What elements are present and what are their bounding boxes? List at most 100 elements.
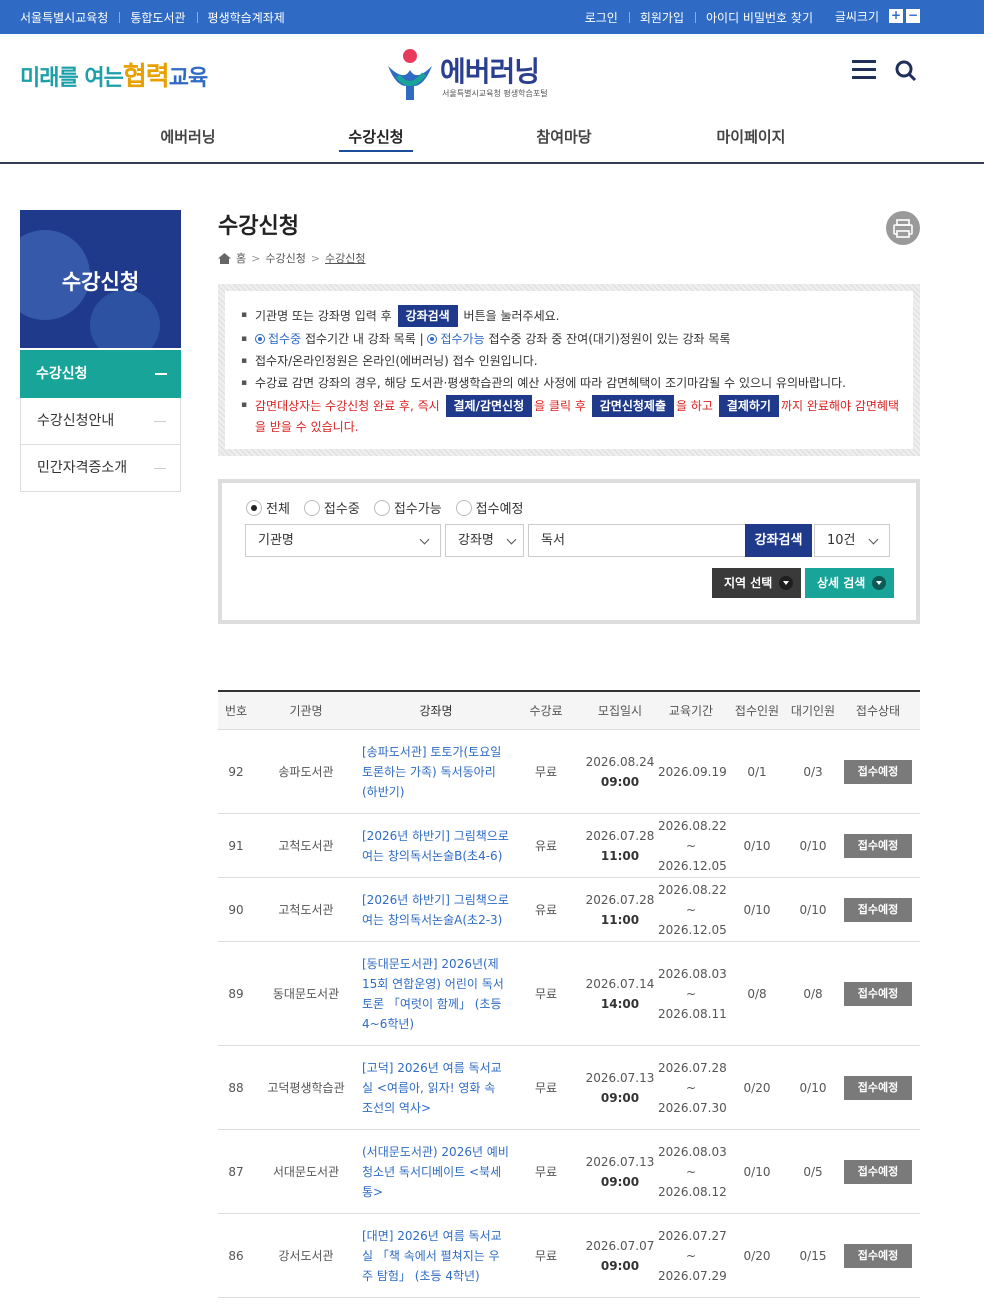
nav-everlearning[interactable]: 에버러닝 [150, 112, 226, 162]
radio-receiving[interactable]: 접수중 [303, 498, 360, 517]
signup-link[interactable]: 회원가입 [628, 9, 695, 26]
cell-waiting: 0/10 [799, 902, 827, 917]
radio-label: 전체 [266, 502, 290, 517]
sidebar-title: 수강신청 [61, 270, 140, 294]
org-select[interactable]: 기관명 [245, 524, 441, 557]
logo-subtitle: 서울특별시교육청 평생학습포털 [442, 89, 548, 98]
col-header: 수강료 [529, 704, 563, 718]
font-decrease-button[interactable]: − [906, 9, 920, 23]
count-select[interactable]: 10건 [814, 524, 890, 557]
table-row: 87 서대문도서관 (서대문도서관) 2026년 예비 청소년 독서디베이트 <북세… [218, 1130, 920, 1214]
radio-indicator-icon [427, 334, 438, 344]
detail-search-button[interactable]: 상세 검색 [805, 568, 894, 598]
status-badge[interactable]: 접수예정 [844, 897, 912, 922]
cell-waiting: 0/5 [803, 1164, 823, 1179]
notice-line: 접수자/온라인정원은 온라인(에버러닝) 접수 인원입니다. [241, 351, 901, 371]
status-filter-radios: 전체 접수중 접수가능 접수예정 [246, 498, 538, 517]
nav-mypage[interactable]: 마이페이지 [706, 112, 796, 162]
status-badge[interactable]: 접수예정 [844, 759, 912, 784]
breadcrumb-course-registration[interactable]: 수강신청 [265, 250, 305, 266]
radio-all[interactable]: 전체 [246, 498, 290, 517]
cell-recruit-date: 2026.08.24 09:00 [582, 752, 658, 792]
status-badge[interactable]: 접수예정 [844, 1243, 912, 1268]
chevron-down-icon [868, 534, 879, 545]
cell-org: 고덕평생학습관 [267, 1081, 345, 1095]
course-title-link[interactable]: [송파도서관] 토토가(토요일 토론하는 가족) 독서동아리(하반기) [358, 742, 510, 802]
link-lifelong-learning-account[interactable]: 평생학습계좌제 [196, 9, 296, 26]
col-header: 기관명 [289, 704, 323, 718]
sidebar-item-course-registration[interactable]: 수강신청 [20, 350, 181, 398]
cell-applied: 0/10 [743, 1164, 771, 1179]
cell-org: 강서도서관 [278, 1249, 334, 1263]
status-badge[interactable]: 접수예정 [844, 981, 912, 1006]
collapse-icon [155, 373, 167, 375]
notice-content: 기관명 또는 강좌명 입력 후 강좌검색 버튼을 눌러주세요. 접수중 접수기간… [225, 291, 913, 449]
cell-recruit-date: 2026.07.13 09:00 [582, 1068, 658, 1108]
everlearning-logo[interactable]: 에버러닝 서울특별시교육청 평생학습포털 [384, 46, 564, 102]
nav-participation[interactable]: 참여마당 [526, 112, 602, 162]
cell-applied: 0/10 [743, 838, 771, 853]
search-icon[interactable] [895, 60, 917, 82]
course-title-link[interactable]: [동대문도서관] 2026년(제15회 연합운영) 어린이 독서토론 「여럿이 … [358, 954, 510, 1034]
breadcrumb-home[interactable]: 홈 [236, 250, 246, 266]
breadcrumb-current[interactable]: 수강신청 [325, 250, 365, 266]
radio-label: 접수중 [323, 502, 360, 517]
course-title-link[interactable]: [2026년 하반기] 그림책으로 여는 창의독서논술A(초2-3) [358, 890, 510, 930]
course-title-link[interactable]: [2026년 하반기] 그림책으로 여는 창의독서논술B(초4-6) [358, 826, 510, 866]
notice-text: 기관명 또는 강좌명 입력 후 [255, 309, 392, 323]
breadcrumb-separator-icon: > [251, 251, 261, 265]
cell-number: 92 [228, 764, 244, 779]
home-icon[interactable] [218, 252, 231, 264]
course-title-link[interactable]: (서대문도서관) 2026년 예비 청소년 독서디베이트 <북세통> [358, 1142, 510, 1202]
radio-available[interactable]: 접수가능 [373, 498, 442, 517]
keyword-input[interactable]: 독서 [528, 524, 746, 557]
cell-fee: 무료 [534, 1249, 558, 1263]
region-select-button[interactable]: 지역 선택 [712, 568, 801, 598]
notice-line: 접수중 접수기간 내 강좌 목록 | 접수가능 접수중 강좌 중 잔여(대기)정… [241, 329, 901, 349]
status-badge[interactable]: 접수예정 [844, 1159, 912, 1184]
dash-icon [154, 468, 166, 469]
radio-icon [455, 499, 472, 516]
status-badge[interactable]: 접수예정 [844, 1075, 912, 1100]
cell-status: 접수예정 [836, 1243, 920, 1268]
field-select[interactable]: 강좌명 [445, 524, 524, 557]
print-button[interactable] [886, 211, 920, 245]
course-title-link[interactable]: [고덕] 2026년 여름 독서교실 <여름아, 읽자! 영화 속 조선의 역사… [358, 1058, 510, 1118]
cell-period: 2026.09.19 [658, 762, 727, 782]
sidebar-item-registration-guide[interactable]: 수강신청안내 [20, 398, 181, 445]
radio-upcoming[interactable]: 접수예정 [455, 498, 524, 517]
cell-number: 88 [228, 1080, 244, 1095]
login-link[interactable]: 로그인 [574, 9, 629, 26]
find-id-password-link[interactable]: 아이디 비밀번호 찾기 [695, 9, 824, 26]
nav-course-registration[interactable]: 수강신청 [339, 112, 413, 162]
status-badge[interactable]: 접수예정 [844, 833, 912, 858]
cell-applied: 0/10 [743, 902, 771, 917]
cell-period: 2026.08.22 ~ 2026.12.05 [658, 816, 727, 876]
radio-label: 접수예정 [475, 502, 524, 517]
sidebar-item-private-certificate[interactable]: 민간자격증소개 [20, 445, 181, 492]
breadcrumb: 홈 > 수강신청 > 수강신청 [218, 250, 366, 266]
notice-box: 기관명 또는 강좌명 입력 후 강좌검색 버튼을 눌러주세요. 접수중 접수기간… [218, 284, 920, 456]
link-integrated-library[interactable]: 통합도서관 [119, 9, 196, 26]
col-header: 접수상태 [855, 704, 901, 718]
radio-indicator-icon [255, 334, 265, 344]
cell-fee: 유료 [534, 839, 558, 853]
cell-status: 접수예정 [836, 759, 920, 784]
menu-icon[interactable] [852, 60, 876, 80]
recruit-time: 11:00 [600, 912, 640, 927]
print-icon [893, 219, 913, 238]
keyword-value: 독서 [541, 533, 565, 548]
table-header-row: 번호 기관명 강좌명 수강료 모집일시 교육기간 접수인원 대기인원 접수상태 [218, 692, 920, 730]
cell-number: 90 [228, 902, 244, 917]
notice-tag: 결제/감면신청 [445, 395, 533, 417]
link-seoul-education-office[interactable]: 서울특별시교육청 [20, 9, 119, 26]
period-start: 2026.07.27 ~ [658, 1228, 727, 1263]
recruit-date: 2026.07.28 [585, 828, 655, 843]
font-increase-button[interactable]: + [889, 9, 903, 23]
recruit-time: 09:00 [600, 1258, 640, 1273]
course-search-button[interactable]: 강좌검색 [745, 524, 812, 557]
period-end: 2026.12.05 [658, 858, 727, 873]
sidebar-item-label: 수강신청안내 [37, 413, 115, 429]
cell-period: 2026.07.27 ~ 2026.07.29 [658, 1226, 727, 1286]
course-title-link[interactable]: [대면] 2026년 여름 독서교실 「책 속에서 펼쳐지는 우주 탐험」 (초… [358, 1226, 510, 1286]
